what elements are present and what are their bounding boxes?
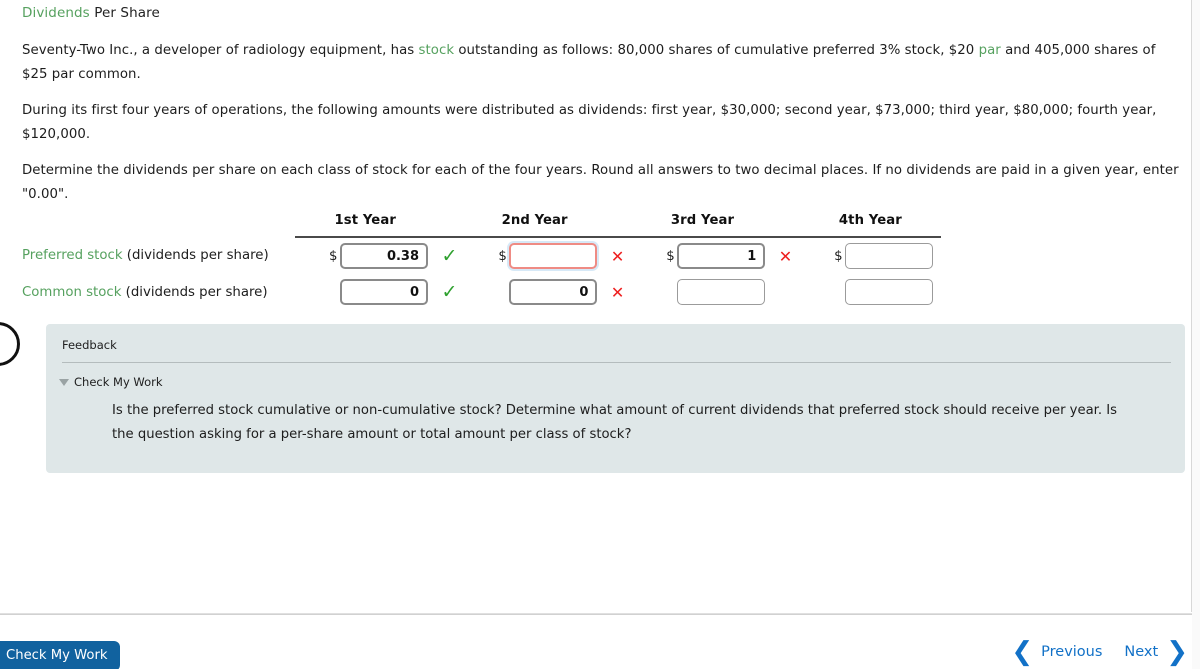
currency-symbol: $: [329, 248, 338, 264]
feedback-panel: Feedback Check My Work Is the preferred …: [46, 324, 1185, 473]
answer-input[interactable]: [509, 243, 598, 269]
field-group: $: [295, 243, 435, 269]
field-group: $: [800, 243, 940, 269]
answer-status-cell: [941, 237, 960, 274]
row-label-rest: (dividends per share): [122, 248, 269, 263]
header-row: 1st Year 2nd Year 3rd Year 4th Year: [0, 213, 960, 238]
currency-symbol: $: [834, 248, 843, 264]
row-label: Preferred stock (dividends per share): [0, 237, 295, 274]
answer-table-body: Preferred stock (dividends per share) $ ✓ $…: [0, 237, 960, 310]
answer-cell: [464, 274, 604, 310]
bottom-bar: Check My Work ❮ Previous Next ❯: [0, 615, 1200, 669]
chevron-down-icon: [59, 378, 69, 386]
pagination-nav: ❮ Previous Next ❯: [1011, 637, 1188, 667]
header-mark-4: [941, 213, 960, 237]
currency-symbol: $: [666, 248, 675, 264]
field-group: $: [464, 243, 604, 269]
field-group: $: [632, 243, 772, 269]
question-paragraph-1: Seventy-Two Inc., a developer of radiolo…: [22, 39, 1184, 87]
row-label: Common stock (dividends per share): [0, 274, 295, 310]
header-2nd-year: 2nd Year: [464, 213, 605, 238]
field-group: [632, 279, 772, 305]
page-root: Dividends Per Share Seventy-Two Inc., a …: [0, 0, 1200, 669]
answer-cell: [295, 274, 435, 310]
row-label-rest: (dividends per share): [121, 284, 268, 300]
correct-check-icon: ✓: [441, 280, 458, 303]
answer-cell: [632, 274, 772, 310]
answer-input[interactable]: [677, 279, 766, 305]
next-label: Next: [1124, 644, 1159, 661]
answer-input[interactable]: [845, 243, 934, 269]
incorrect-cross-icon: ✕: [778, 246, 793, 266]
feedback-body-text: Is the preferred stock cumulative or non…: [112, 403, 1118, 442]
page-title-rest: Per Share: [89, 5, 160, 21]
answer-status-cell: [941, 274, 960, 310]
chevron-left-icon: ❮: [1011, 637, 1034, 667]
decorative-circle-annotation: [0, 322, 20, 366]
answer-status-cell: ✓: [435, 274, 464, 310]
answer-input[interactable]: [340, 243, 429, 269]
answer-table-wrapper: 1st Year 2nd Year 3rd Year 4th Year Pref…: [0, 213, 960, 310]
question-paragraph-2: During its first four years of operation…: [22, 103, 1157, 142]
incorrect-cross-icon: ✕: [610, 246, 625, 266]
glossary-link-dividends[interactable]: Dividends: [22, 5, 90, 21]
currency-symbol: $: [498, 248, 507, 264]
next-button[interactable]: Next ❯: [1124, 637, 1188, 667]
check-my-work-button[interactable]: Check My Work: [0, 641, 120, 669]
answer-status-cell: [773, 274, 800, 310]
header-blank: [0, 213, 295, 237]
page-title: Dividends Per Share: [22, 5, 160, 21]
check-my-work-toggle[interactable]: Check My Work: [46, 363, 1185, 393]
header-4th-year: 4th Year: [800, 213, 941, 238]
feedback-title: Feedback: [62, 338, 117, 352]
header-mark-1: [435, 213, 465, 238]
answer-input[interactable]: [845, 279, 934, 305]
answer-status-cell: ✕: [605, 237, 632, 274]
check-my-work-toggle-label: Check My Work: [74, 375, 163, 389]
table-row: Common stock (dividends per share) ✓ ✕: [0, 274, 960, 310]
paragraph-1-text-a: Seventy-Two Inc., a developer of radiolo…: [22, 43, 419, 58]
answer-cell: $: [464, 237, 604, 274]
field-group: [464, 279, 604, 305]
answer-input[interactable]: [340, 279, 429, 305]
field-group: [295, 279, 435, 305]
field-group: [800, 279, 940, 305]
answer-cell: $: [800, 237, 940, 274]
answer-table: 1st Year 2nd Year 3rd Year 4th Year Pref…: [0, 213, 960, 310]
correct-check-icon: ✓: [441, 244, 458, 267]
header-1st-year: 1st Year: [295, 213, 436, 238]
header-3rd-year: 3rd Year: [632, 213, 773, 238]
glossary-link-stock[interactable]: stock: [419, 43, 455, 58]
answer-cell: $: [632, 237, 772, 274]
answer-input[interactable]: [509, 279, 598, 305]
glossary-link-common-stock[interactable]: Common stock: [22, 285, 121, 300]
previous-label: Previous: [1041, 644, 1103, 661]
chevron-right-icon: ❯: [1166, 637, 1188, 667]
answer-cell: [800, 274, 940, 310]
page-scrollbar[interactable]: [1192, 0, 1200, 669]
glossary-link-preferred-stock[interactable]: Preferred stock: [22, 248, 123, 263]
header-mark-3: [772, 213, 801, 238]
answer-table-head: 1st Year 2nd Year 3rd Year 4th Year: [0, 213, 960, 238]
answer-status-cell: ✓: [435, 237, 464, 274]
previous-button[interactable]: ❮ Previous: [1011, 637, 1103, 667]
header-mark-2: [604, 213, 633, 238]
answer-status-cell: ✕: [605, 274, 632, 310]
answer-status-cell: ✕: [773, 237, 800, 274]
answer-input[interactable]: [677, 243, 766, 269]
question-paragraph-3: Determine the dividends per share on eac…: [22, 163, 1179, 202]
table-row: Preferred stock (dividends per share) $ ✓ $…: [0, 237, 960, 274]
glossary-link-par[interactable]: par: [979, 43, 1001, 58]
answer-cell: $: [295, 237, 435, 274]
paragraph-1-text-b: outstanding as follows: 80,000 shares of…: [454, 43, 979, 58]
incorrect-cross-icon: ✕: [610, 282, 625, 302]
